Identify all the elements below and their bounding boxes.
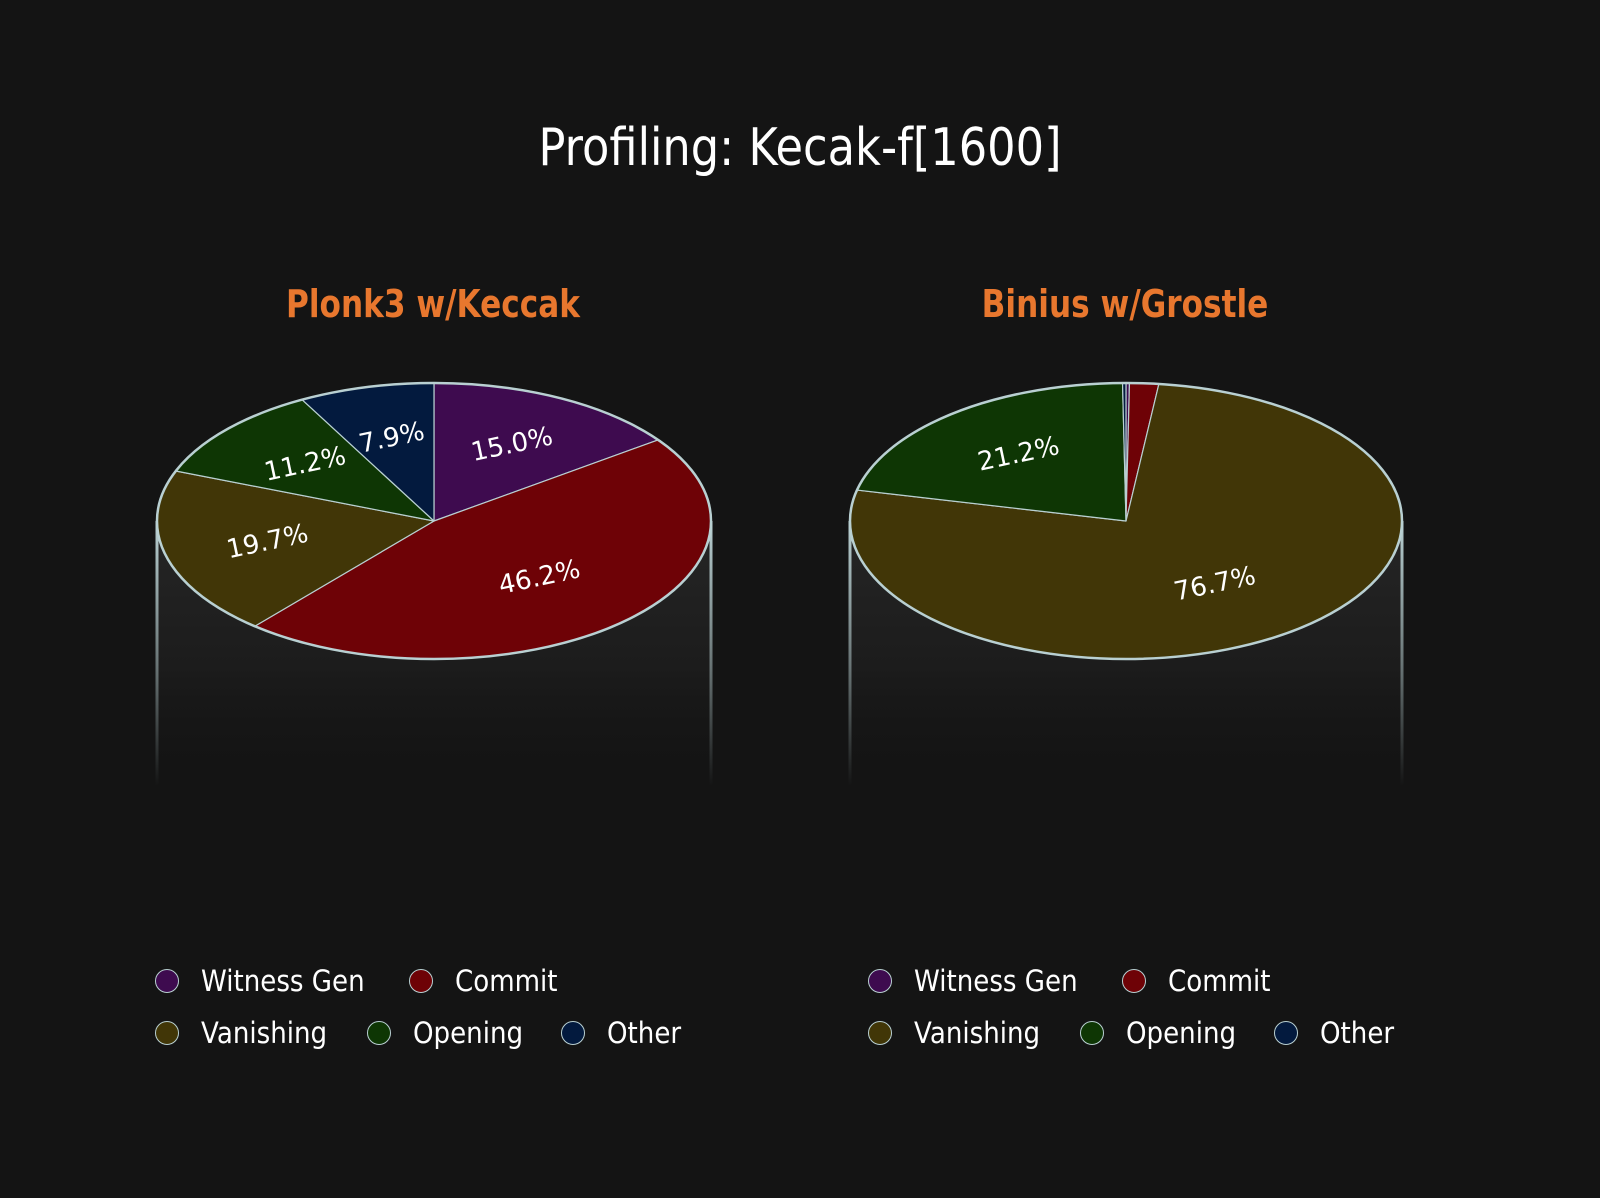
pie-chart-binius: 76.7%21.2% <box>848 381 1404 786</box>
swatch-vanishing-icon <box>155 1021 179 1045</box>
legend-row: Vanishing Opening Other <box>155 1007 715 1059</box>
swatch-other-icon <box>1274 1021 1299 1045</box>
legend-item-other[interactable]: Other <box>1274 1016 1402 1050</box>
legend-label: Vanishing <box>201 1016 328 1050</box>
swatch-opening-icon <box>367 1021 392 1045</box>
legend-item-opening[interactable]: Opening <box>1080 1016 1248 1050</box>
legend-item-vanishing[interactable]: Vanishing <box>155 1016 341 1050</box>
legend-label: Vanishing <box>914 1016 1041 1050</box>
legend-label: Other <box>1320 1016 1395 1050</box>
legend-binius: Witness Gen Commit Vanishing Opening Oth… <box>868 955 1428 1059</box>
legend-label: Commit <box>1167 964 1271 998</box>
cylinder-edge-right <box>1400 521 1404 786</box>
legend-item-witness-gen[interactable]: Witness Gen <box>155 964 383 998</box>
pie-chart-plonk3: 15.0%46.2%19.7%11.2%7.9% <box>155 381 713 786</box>
legend-plonk3: Witness Gen Commit Vanishing Opening Oth… <box>155 955 715 1059</box>
swatch-commit-icon <box>408 969 433 993</box>
legend-item-other[interactable]: Other <box>561 1016 689 1050</box>
legend-label: Commit <box>454 964 558 998</box>
legend-item-witness-gen[interactable]: Witness Gen <box>868 964 1096 998</box>
swatch-opening-icon <box>1080 1021 1105 1045</box>
legend-item-opening[interactable]: Opening <box>367 1016 535 1050</box>
legend-row: Vanishing Opening Other <box>868 1007 1428 1059</box>
swatch-witness-gen-icon <box>868 969 892 993</box>
legend-label: Opening <box>413 1016 524 1050</box>
swatch-vanishing-icon <box>868 1021 892 1045</box>
cylinder-edge-right <box>709 521 713 786</box>
legend-item-commit[interactable]: Commit <box>408 964 569 998</box>
legend-label: Witness Gen <box>914 964 1078 998</box>
legend-label: Opening <box>1126 1016 1237 1050</box>
legend-row: Witness Gen Commit <box>155 955 715 1007</box>
cylinder-edge-left <box>155 521 159 786</box>
legend-label: Witness Gen <box>201 964 365 998</box>
legend-label: Other <box>607 1016 682 1050</box>
swatch-witness-gen-icon <box>155 969 179 993</box>
legend-item-vanishing[interactable]: Vanishing <box>868 1016 1054 1050</box>
swatch-other-icon <box>561 1021 586 1045</box>
legend-row: Witness Gen Commit <box>868 955 1428 1007</box>
cylinder-edge-left <box>848 521 852 786</box>
legend-item-commit[interactable]: Commit <box>1121 964 1282 998</box>
swatch-commit-icon <box>1121 969 1146 993</box>
